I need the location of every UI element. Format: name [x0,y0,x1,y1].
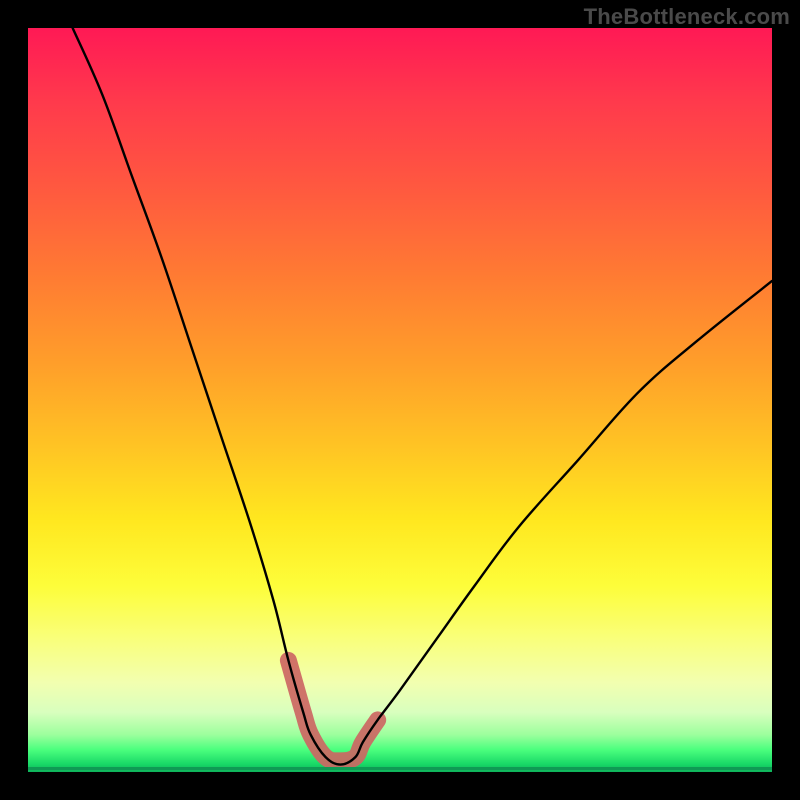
watermark-text: TheBottleneck.com [584,4,790,30]
plot-area [28,28,772,772]
curve-layer [28,28,772,772]
bottleneck-curve [73,28,772,765]
chart-frame: TheBottleneck.com [0,0,800,800]
